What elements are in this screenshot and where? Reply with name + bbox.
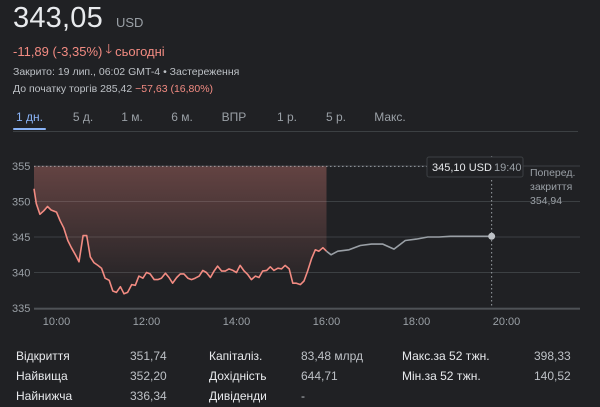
change-value: -11,89 (-3,35%) — [13, 43, 103, 59]
x-tick-label: 14:00 — [223, 316, 251, 328]
x-tick-label: 20:00 — [493, 316, 521, 328]
cursor-point — [488, 232, 496, 240]
stat-label: Найнижча — [16, 389, 73, 403]
tab-ytd[interactable]: ВПР — [218, 108, 250, 130]
tab-5d[interactable]: 5 д. — [68, 108, 98, 130]
stat-label: Капіталіз. — [209, 349, 263, 363]
stat-label: Дивіденди — [209, 389, 267, 403]
stat-value: 336,34 — [130, 389, 167, 403]
tab-1y[interactable]: 1 р. — [272, 108, 302, 130]
premarket-change: −57,63 (16,80%) — [135, 83, 214, 95]
price-change: -11,89 (-3,35%) 🡓 сьогодні — [13, 40, 165, 62]
closed-info[interactable]: Закрито: 19 лип., 06:02 GMT-4 • Застереж… — [13, 66, 239, 78]
tooltip-time: 19:40 — [494, 162, 522, 174]
tooltip-price: 345,10 USD — [432, 162, 492, 174]
prev-close-label: закриття — [530, 181, 572, 193]
change-period: сьогодні — [115, 43, 165, 59]
stat-value: 83,48 млрд — [301, 349, 364, 363]
prev-close-label: Поперед. — [530, 167, 575, 179]
stock-price: 343,05 — [13, 2, 103, 34]
tabs-divider — [13, 131, 578, 132]
stat-label: Макс.за 52 тжн. — [402, 349, 490, 363]
x-tick-label: 18:00 — [403, 316, 431, 328]
tab-max[interactable]: Макс. — [370, 108, 410, 130]
x-tick-label: 10:00 — [43, 316, 71, 328]
currency-label: USD — [116, 15, 144, 30]
y-tick-label: 345 — [12, 232, 30, 244]
stat-label: Мін.за 52 тжн. — [402, 369, 481, 383]
price-chart[interactable]: 355 350 345 340 335 10:00 12:00 14:00 16:00 18:00… — [0, 140, 600, 340]
x-tick-label: 12:00 — [133, 316, 161, 328]
tab-1m[interactable]: 1 м. — [117, 108, 147, 130]
arrow-down-icon: 🡓 — [105, 41, 113, 56]
y-tick-label: 350 — [12, 197, 30, 209]
after-hours-line — [326, 235, 492, 256]
tab-1d[interactable]: 1 дн. — [13, 108, 46, 130]
stat-value: 351,74 — [130, 349, 167, 363]
stat-value: 140,52 — [534, 369, 571, 383]
stat-value: - — [301, 389, 305, 403]
premarket-price: До початку торгів 285,42 — [13, 83, 133, 95]
stat-label: Дохідність — [209, 369, 267, 383]
stat-label: Відкриття — [16, 349, 70, 363]
x-tick-label: 16:00 — [313, 316, 341, 328]
range-tabs: 1 дн. 5 д. 1 м. 6 м. ВПР 1 р. 5 р. Макс. — [0, 108, 600, 130]
tab-6m[interactable]: 6 м. — [167, 108, 197, 130]
y-tick-label: 340 — [12, 268, 30, 280]
y-tick-label: 335 — [12, 303, 30, 315]
stat-label: Найвища — [16, 369, 68, 383]
y-tick-label: 355 — [12, 161, 30, 173]
stats-table: Відкриття 351,74 Найвища 352,20 Найнижча… — [0, 344, 600, 407]
premarket-info: До початку торгів 285,42 −57,63 (16,80%) — [13, 83, 213, 95]
stat-value: 352,20 — [130, 369, 167, 383]
stat-value: 398,33 — [534, 349, 571, 363]
stat-value: 644,71 — [301, 369, 338, 383]
tab-5y[interactable]: 5 р. — [321, 108, 351, 130]
prev-close-value: 354,94 — [530, 195, 562, 207]
